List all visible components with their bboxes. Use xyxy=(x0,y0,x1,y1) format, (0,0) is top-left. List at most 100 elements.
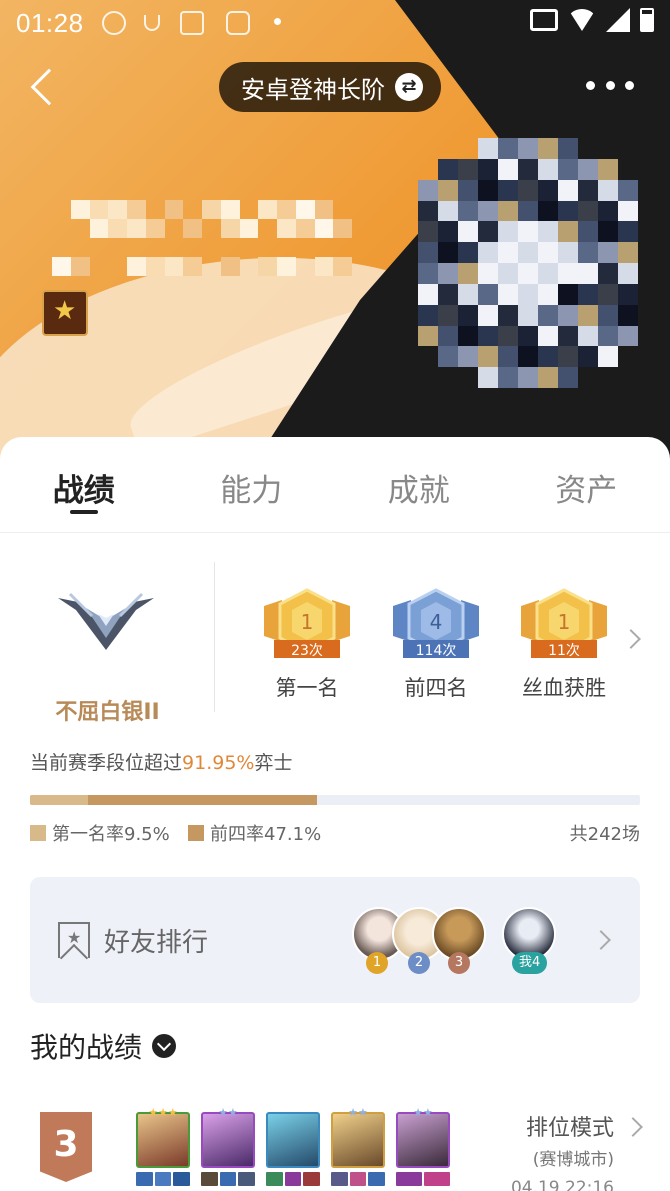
mosaic-pixel xyxy=(538,325,558,347)
champion-portrait[interactable] xyxy=(396,1112,450,1168)
medal-label: 前四名 xyxy=(404,676,468,700)
mosaic-pixel xyxy=(220,257,240,276)
tab-assets[interactable]: 资产 xyxy=(503,437,670,532)
mosaic-pixel xyxy=(418,367,438,388)
mosaic-pixel xyxy=(314,200,334,219)
mosaic-pixel xyxy=(458,283,478,305)
mosaic-pixel xyxy=(90,238,109,257)
game-time: 04.19 22:16 xyxy=(510,1178,614,1191)
mosaic-pixel xyxy=(598,138,618,159)
mosaic-pixel xyxy=(618,221,638,243)
mosaic-pixel xyxy=(258,219,277,238)
tab-achievement[interactable]: 成就 xyxy=(335,437,503,532)
mosaic-pixel xyxy=(518,138,538,159)
mosaic-pixel xyxy=(578,263,598,284)
more-options-button[interactable] xyxy=(586,70,634,100)
mosaic-pixel xyxy=(202,219,221,238)
mosaic-pixel xyxy=(478,325,498,347)
mosaic-pixel xyxy=(518,158,538,180)
mosaic-pixel xyxy=(296,257,315,276)
mosaic-pixel xyxy=(108,238,127,257)
player-avatar-pixelated[interactable] xyxy=(418,138,638,388)
mosaic-pixel xyxy=(333,219,352,238)
mosaic-pixel xyxy=(240,238,259,257)
mosaic-pixel xyxy=(558,242,578,263)
mosaic-pixel xyxy=(558,158,578,180)
item-slots xyxy=(331,1172,386,1186)
friends-ranking-card[interactable]: 好友排行 1 2 3 我4 xyxy=(30,877,640,1003)
mosaic-pixel xyxy=(52,219,71,238)
mosaic-pixel xyxy=(598,158,618,180)
mosaic-pixel xyxy=(90,257,109,276)
weather-icon xyxy=(144,15,160,31)
tab-record[interactable]: 战绩 xyxy=(0,437,168,532)
mosaic-pixel xyxy=(295,200,315,219)
rank-name: 不屈白银II xyxy=(55,700,160,725)
mosaic-pixel xyxy=(538,283,558,305)
champion-portrait[interactable] xyxy=(136,1112,190,1168)
friends-ranking-label: 好友排行 xyxy=(104,928,209,958)
divider xyxy=(214,562,215,712)
wifi-icon xyxy=(568,9,596,31)
cast-icon xyxy=(530,9,558,31)
mosaic-pixel xyxy=(478,242,498,263)
item-slots xyxy=(266,1172,321,1186)
mosaic-pixel xyxy=(418,304,438,326)
back-button[interactable] xyxy=(22,62,68,112)
mosaic-pixel xyxy=(418,200,438,222)
mosaic-pixel xyxy=(438,304,458,326)
champion-portrait[interactable] xyxy=(201,1112,255,1168)
mosaic-pixel xyxy=(538,179,558,201)
friend-rank-badge: 1 xyxy=(366,952,388,974)
item-slots xyxy=(396,1172,450,1186)
chevron-right-icon[interactable] xyxy=(621,629,641,649)
my-records-header[interactable]: 我的战绩 xyxy=(30,1026,177,1066)
mosaic-pixel xyxy=(538,221,558,243)
mosaic-pixel xyxy=(277,200,296,219)
page-title: 安卓登神长阶 xyxy=(241,75,385,104)
mosaic-pixel xyxy=(618,283,638,305)
mosaic-pixel xyxy=(498,263,518,284)
status-time: 01:28 xyxy=(16,8,84,38)
friend-rank-badge: 3 xyxy=(448,952,470,974)
champion-portrait[interactable] xyxy=(331,1112,385,1168)
mosaic-pixel xyxy=(498,221,518,243)
mosaic-pixel xyxy=(71,219,90,238)
mosaic-pixel xyxy=(315,238,334,257)
star-level-icon: ★★ xyxy=(348,1106,368,1119)
mosaic-pixel xyxy=(598,346,618,368)
mosaic-pixel xyxy=(277,219,296,238)
medal-count: 23次 xyxy=(291,643,323,659)
mosaic-pixel xyxy=(558,325,578,347)
mosaic-pixel xyxy=(164,200,184,219)
mosaic-pixel xyxy=(598,179,618,201)
mosaic-pixel xyxy=(558,263,578,284)
mosaic-pixel xyxy=(498,346,518,368)
mosaic-pixel xyxy=(418,159,438,180)
star-level-icon: ★★★ xyxy=(148,1106,178,1119)
back-arrow-icon xyxy=(30,68,68,106)
chevron-right-icon[interactable] xyxy=(623,1117,643,1137)
game-mode[interactable]: 排位模式 xyxy=(526,1110,614,1142)
mosaic-pixel xyxy=(518,325,538,347)
mosaic-pixel xyxy=(458,367,478,388)
mosaic-pixel xyxy=(538,242,558,263)
mosaic-pixel xyxy=(71,238,90,257)
champion-portrait[interactable] xyxy=(266,1112,320,1168)
mosaic-pixel xyxy=(220,200,240,219)
mosaic-pixel xyxy=(598,283,618,305)
mosaic-pixel xyxy=(89,219,109,238)
mosaic-pixel xyxy=(538,346,558,368)
mosaic-pixel xyxy=(418,242,438,263)
mosaic-pixel xyxy=(108,200,127,219)
tab-ability[interactable]: 能力 xyxy=(168,437,336,532)
mosaic-pixel xyxy=(518,200,538,222)
account-switch-button[interactable]: 安卓登神长阶 ⇄ xyxy=(219,62,441,112)
status-bar: 01:28 xyxy=(0,0,670,46)
mosaic-pixel xyxy=(220,219,240,238)
mosaic-pixel xyxy=(458,304,478,326)
silver-rank-emblem-icon[interactable] xyxy=(56,580,156,660)
legend-first-rate: 第一名率9.5% xyxy=(30,820,170,846)
mosaic-pixel xyxy=(202,257,221,276)
mosaic-pixel xyxy=(108,257,127,276)
